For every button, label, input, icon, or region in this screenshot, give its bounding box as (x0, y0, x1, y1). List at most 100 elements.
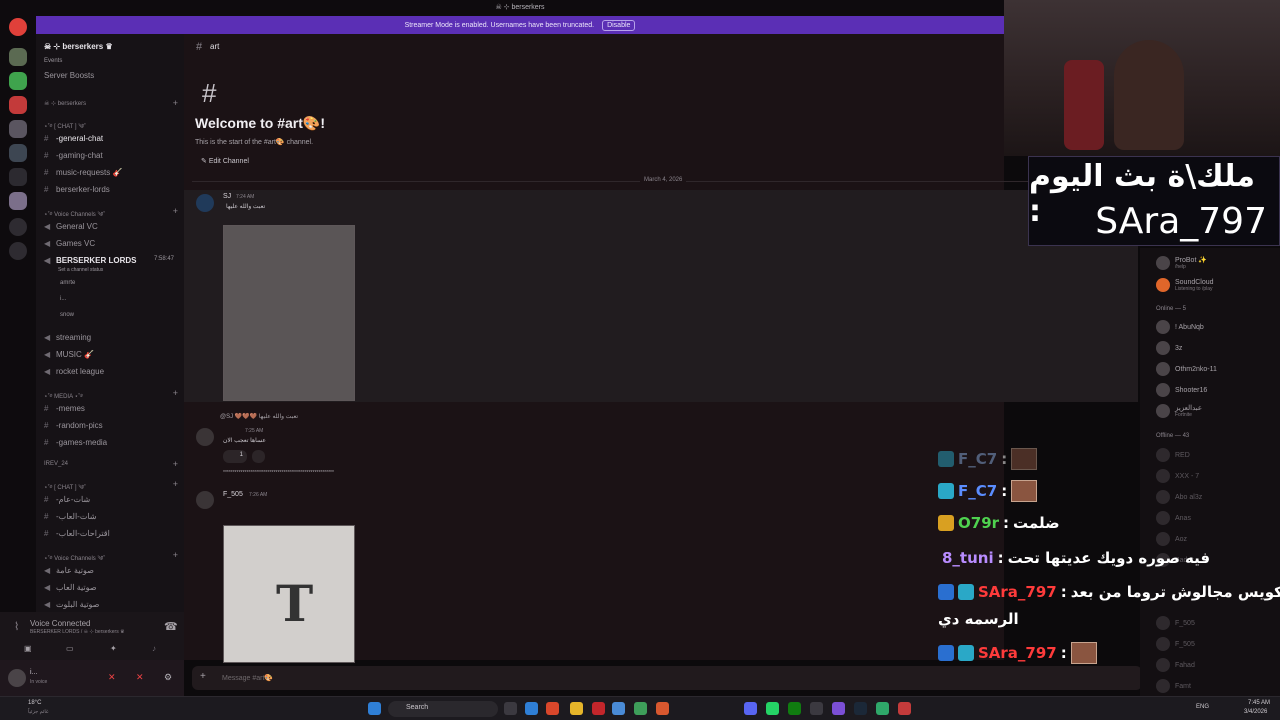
add-reaction-icon[interactable] (252, 450, 265, 463)
member-item[interactable]: Famt (1156, 679, 1191, 693)
member-item[interactable]: F_505 (1156, 616, 1195, 630)
channel-berserker-lords-vc[interactable]: ◀ BERSERKER LORDS (44, 256, 136, 265)
category-header[interactable]: ☠ ⊹ berserkers (44, 100, 86, 107)
add-channel-icon[interactable]: + (173, 550, 178, 560)
add-channel-icon[interactable]: + (173, 206, 178, 216)
channel-arabic-vc-general[interactable]: ◀ صوتية عامة (44, 566, 94, 575)
add-channel-icon[interactable]: + (173, 459, 178, 469)
message-input[interactable]: + Message #art🎨 (192, 666, 1142, 690)
voice-location[interactable]: BERSERKER LORDS / ☠ ⊹ berserkers ♛ (30, 629, 125, 635)
channel-games-media[interactable]: # -games-media (44, 438, 107, 447)
member-item[interactable]: SoundCloud Listening to /play (1156, 278, 1214, 292)
app-icon[interactable] (876, 702, 889, 715)
discord-home-icon[interactable] (9, 18, 27, 36)
steam-icon[interactable] (854, 702, 867, 715)
member-item[interactable]: Othm2nko-11 (1156, 362, 1217, 376)
add-channel-icon[interactable]: + (173, 388, 178, 398)
add-channel-icon[interactable]: + (173, 98, 178, 108)
avatar[interactable] (196, 428, 214, 446)
message-author[interactable]: F_505 (223, 491, 243, 498)
username[interactable]: i... (30, 669, 37, 676)
avatar[interactable] (196, 194, 214, 212)
app-icon[interactable] (612, 702, 625, 715)
discord-icon[interactable] (744, 702, 757, 715)
channel-arabic-games[interactable]: # -شات-العاب (44, 512, 97, 521)
windows-start-icon[interactable] (368, 702, 381, 715)
member-item[interactable]: عبدالعزيز Fortnite (1156, 404, 1202, 418)
server-name[interactable]: ☠ ⊹ berserkers ♛ (44, 42, 113, 51)
channel-berserker-lords[interactable]: # berserker-lords (44, 185, 110, 194)
server-icon[interactable] (9, 192, 27, 210)
reaction-pill[interactable]: 1 (223, 450, 247, 463)
drawing-image[interactable] (223, 225, 355, 401)
brave-icon[interactable] (656, 702, 669, 715)
channel-random-pics[interactable]: # -random-pics (44, 421, 103, 430)
app-icon[interactable] (898, 702, 911, 715)
member-item[interactable]: Aoz (1156, 532, 1187, 546)
member-item[interactable]: RED (1156, 448, 1190, 462)
avatar[interactable] (196, 491, 214, 509)
youtube-icon[interactable] (592, 702, 605, 715)
member-item[interactable]: Fahad (1156, 658, 1195, 672)
voice-user[interactable]: amrte (60, 280, 75, 286)
channel-arabic-general[interactable]: # -شات-عام (44, 495, 90, 504)
clock-date[interactable]: 3/4/2026 (1244, 709, 1267, 715)
avatar[interactable] (8, 669, 26, 687)
disable-button[interactable]: Disable (602, 19, 636, 31)
channel-games-vc[interactable]: ◀ Games VC (44, 239, 95, 248)
member-item[interactable]: 3z (1156, 341, 1182, 355)
drawing-image[interactable]: T (223, 525, 355, 663)
channel-status[interactable]: Set a channel status (58, 267, 103, 273)
language-indicator[interactable]: ENG (1196, 704, 1209, 710)
app-icon[interactable] (634, 702, 647, 715)
attach-icon[interactable]: + (200, 671, 206, 682)
channel-memes[interactable]: # -memes (44, 404, 85, 413)
message-author[interactable]: SJ (223, 193, 231, 200)
server-icon[interactable] (9, 120, 27, 138)
whatsapp-icon[interactable] (766, 702, 779, 715)
disconnect-icon[interactable]: ☎ (164, 620, 178, 633)
discover-icon[interactable] (9, 242, 27, 260)
server-icon[interactable] (9, 48, 27, 66)
settings-gear-icon[interactable]: ⚙ (164, 672, 172, 683)
channel-music[interactable]: ◀ MUSIC 🎸 (44, 350, 94, 359)
server-icon[interactable] (9, 72, 27, 90)
channel-arabic-vc-baloot[interactable]: ◀ صوتية البلوت (44, 600, 99, 609)
reply-preview[interactable]: @SJ 🤎🤎🤎 تعبت والله عليها (220, 413, 298, 420)
add-channel-icon[interactable]: + (173, 479, 178, 489)
screen-share-icon[interactable]: ▭ (66, 644, 74, 653)
channel-gaming-chat[interactable]: # -gaming-chat (44, 151, 103, 160)
channel-rocket-league[interactable]: ◀ rocket league (44, 367, 104, 376)
channel-arabic-vc-games[interactable]: ◀ صوتية العاب (44, 583, 97, 592)
edit-channel-button[interactable]: ✎ Edit Channel (201, 157, 249, 165)
member-item[interactable]: ! AbuNqb (1156, 320, 1204, 334)
mute-icon[interactable]: ✕ (108, 672, 116, 683)
deafen-icon[interactable]: ✕ (136, 672, 144, 683)
channel-arabic-suggestions[interactable]: # -اقتراحات-العاب (44, 529, 110, 538)
soundboard-icon[interactable]: ♪ (152, 644, 156, 653)
voice-user[interactable]: snow (60, 312, 74, 318)
sidebar-item-server-boosts[interactable]: Server Boosts (44, 71, 94, 80)
channel-general-vc[interactable]: ◀ General VC (44, 222, 98, 231)
server-icon[interactable] (9, 144, 27, 162)
edge-icon[interactable] (525, 702, 538, 715)
clock-time[interactable]: 7:45 AM (1248, 700, 1270, 706)
task-view-icon[interactable] (504, 702, 517, 715)
explorer-icon[interactable] (570, 702, 583, 715)
taskbar-search[interactable]: Search (388, 701, 498, 717)
member-item[interactable]: F_505 (1156, 637, 1195, 651)
channel-general-chat[interactable]: # -general-chat (44, 134, 103, 143)
sidebar-item-events[interactable]: Events (44, 58, 62, 64)
weather-temp[interactable]: 18°C (28, 700, 41, 706)
member-item[interactable]: Shooter16 (1156, 383, 1207, 397)
server-icon[interactable] (9, 168, 27, 186)
channel-music-requests[interactable]: # music-requests 🎸 (44, 168, 122, 177)
category-header[interactable]: IREV_24 (44, 461, 68, 467)
voice-user[interactable]: i... (60, 296, 66, 302)
activities-icon[interactable]: ✦ (110, 644, 117, 653)
server-icon[interactable] (9, 96, 27, 114)
app-icon[interactable] (832, 702, 845, 715)
member-item[interactable]: Abo al3z (1156, 490, 1202, 504)
xbox-icon[interactable] (788, 702, 801, 715)
camera-icon[interactable]: ▣ (24, 644, 32, 653)
